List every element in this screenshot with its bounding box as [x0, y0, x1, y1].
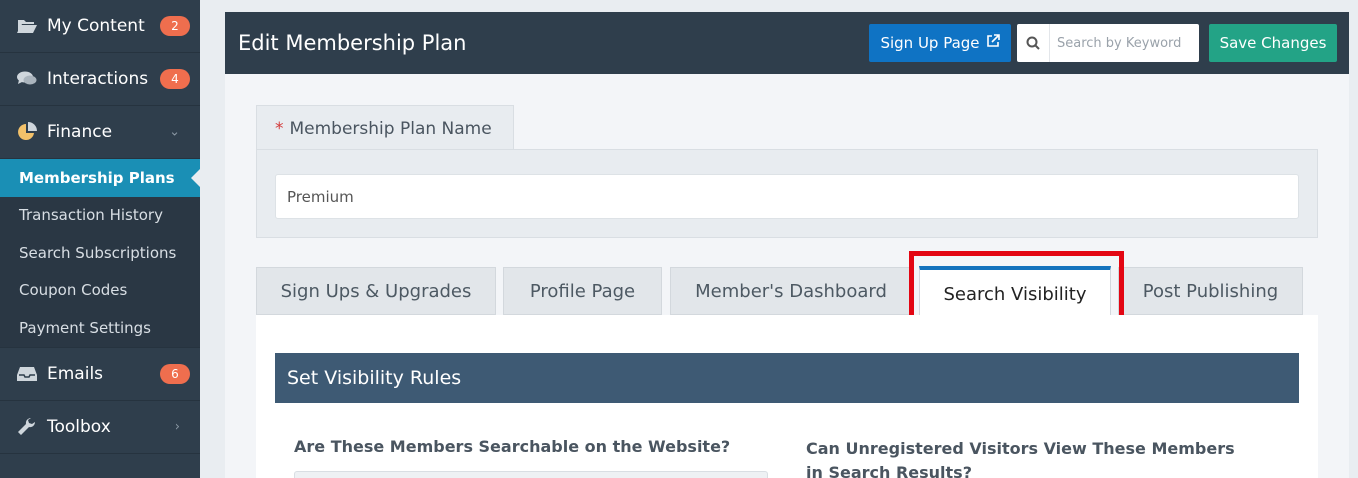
sidebar: My Content 2 Interactions 4 Finance ⌄ Me…: [0, 0, 200, 478]
sidebar-item-label: My Content: [47, 16, 145, 36]
page-title: Edit Membership Plan: [238, 31, 467, 55]
notification-badge: 6: [160, 363, 190, 384]
tab-members-dashboard[interactable]: Member's Dashboard: [670, 267, 912, 315]
keyword-search: [1017, 24, 1199, 62]
sidebar-item-finance[interactable]: Finance ⌄: [0, 106, 200, 159]
sidebar-item-label: Finance: [47, 122, 113, 142]
sidebar-subitem-search-subscriptions[interactable]: Search Subscriptions: [0, 234, 200, 272]
wrench-icon: [16, 417, 38, 437]
pie-chart-icon: [16, 122, 38, 142]
tab-post-publishing[interactable]: Post Publishing: [1118, 267, 1303, 315]
page-header: Edit Membership Plan Sign Up Page Save C…: [225, 12, 1349, 74]
question-unregistered-visitors: Can Unregistered Visitors View These Mem…: [806, 439, 1235, 478]
sidebar-item-toolbox[interactable]: Toolbox ›: [0, 401, 200, 454]
sidebar-item-interactions[interactable]: Interactions 4: [0, 53, 200, 106]
question-searchable: Are These Members Searchable on the Webs…: [294, 437, 731, 456]
sidebar-item-my-content[interactable]: My Content 2: [0, 0, 200, 53]
membership-plan-name-section: Premium: [256, 149, 1318, 238]
sidebar-subitem-transaction-history[interactable]: Transaction History: [0, 196, 200, 234]
field-label: Membership Plan Name: [289, 118, 492, 139]
finance-submenu: Membership Plans Transaction History Sea…: [0, 159, 200, 348]
signup-page-label: Sign Up Page: [880, 34, 980, 52]
membership-plan-name-label: * Membership Plan Name: [256, 105, 514, 151]
notification-badge: 4: [160, 69, 190, 89]
tab-search-visibility[interactable]: Search Visibility: [919, 266, 1111, 319]
tab-content: Set Visibility Rules Are These Members S…: [256, 315, 1318, 478]
required-marker: *: [275, 118, 284, 139]
tab-profile-page[interactable]: Profile Page: [503, 267, 662, 315]
search-input[interactable]: [1050, 35, 1195, 51]
signup-page-button[interactable]: Sign Up Page: [869, 24, 1011, 62]
sidebar-item-label: Toolbox: [47, 416, 111, 437]
save-changes-button[interactable]: Save Changes: [1209, 24, 1337, 62]
membership-plan-name-input[interactable]: Premium: [275, 174, 1299, 219]
searchable-select[interactable]: [294, 471, 768, 478]
sidebar-subitem-payment-settings[interactable]: Payment Settings: [0, 309, 200, 347]
comments-icon: [16, 69, 38, 89]
folder-open-icon: [16, 16, 38, 36]
main-panel: Edit Membership Plan Sign Up Page Save C…: [225, 12, 1349, 478]
section-header: Set Visibility Rules: [275, 353, 1299, 403]
notification-badge: 2: [160, 16, 190, 36]
sidebar-item-label: Emails: [47, 363, 104, 384]
chevron-right-icon[interactable]: ›: [175, 419, 180, 434]
sidebar-item-label: Interactions: [47, 69, 149, 89]
inbox-icon: [16, 364, 38, 384]
external-link-icon: [986, 34, 1000, 52]
tab-sign-ups-upgrades[interactable]: Sign Ups & Upgrades: [256, 267, 496, 315]
sidebar-item-emails[interactable]: Emails 6: [0, 348, 200, 401]
search-icon[interactable]: [1017, 24, 1050, 62]
chevron-down-icon[interactable]: ⌄: [169, 125, 180, 140]
sidebar-subitem-membership-plans[interactable]: Membership Plans: [0, 159, 200, 197]
sidebar-subitem-coupon-codes[interactable]: Coupon Codes: [0, 271, 200, 309]
